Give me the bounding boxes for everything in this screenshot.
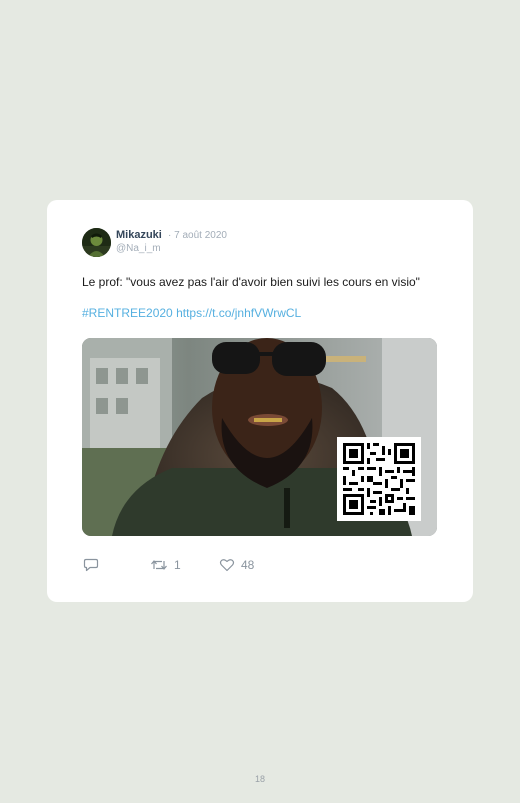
author-name[interactable]: Mikazuki — [116, 229, 162, 241]
qr-code[interactable] — [337, 437, 421, 521]
retweet-icon — [151, 560, 167, 570]
heart-icon — [219, 559, 235, 572]
retweet-button[interactable]: 1 — [150, 557, 181, 573]
qr-code-image — [337, 437, 421, 521]
url-link[interactable]: https://t.co/jnhfVWrwCL — [176, 306, 301, 320]
reply-icon — [83, 558, 99, 572]
retweet-count: 1 — [174, 558, 181, 572]
tweet-media[interactable] — [82, 338, 437, 536]
tweet-links: #RENTREE2020 https://t.co/jnhfVWrwCL — [82, 306, 301, 320]
like-count: 48 — [241, 558, 255, 572]
like-button[interactable]: 48 — [219, 557, 254, 573]
hashtag-link[interactable]: #RENTREE2020 — [82, 306, 173, 320]
author-handle[interactable]: @Na_i_m — [116, 243, 161, 254]
tweet-card: Mikazuki · 7 août 2020 @Na_i_m Le prof: … — [47, 200, 473, 602]
avatar[interactable] — [82, 228, 111, 257]
tweet-date[interactable]: · 7 août 2020 — [168, 230, 227, 241]
tweet-text: Le prof: "vous avez pas l'air d'avoir bi… — [82, 275, 420, 289]
page-number: 18 — [254, 774, 265, 784]
avatar-image — [82, 228, 111, 257]
reply-button[interactable] — [83, 557, 105, 573]
